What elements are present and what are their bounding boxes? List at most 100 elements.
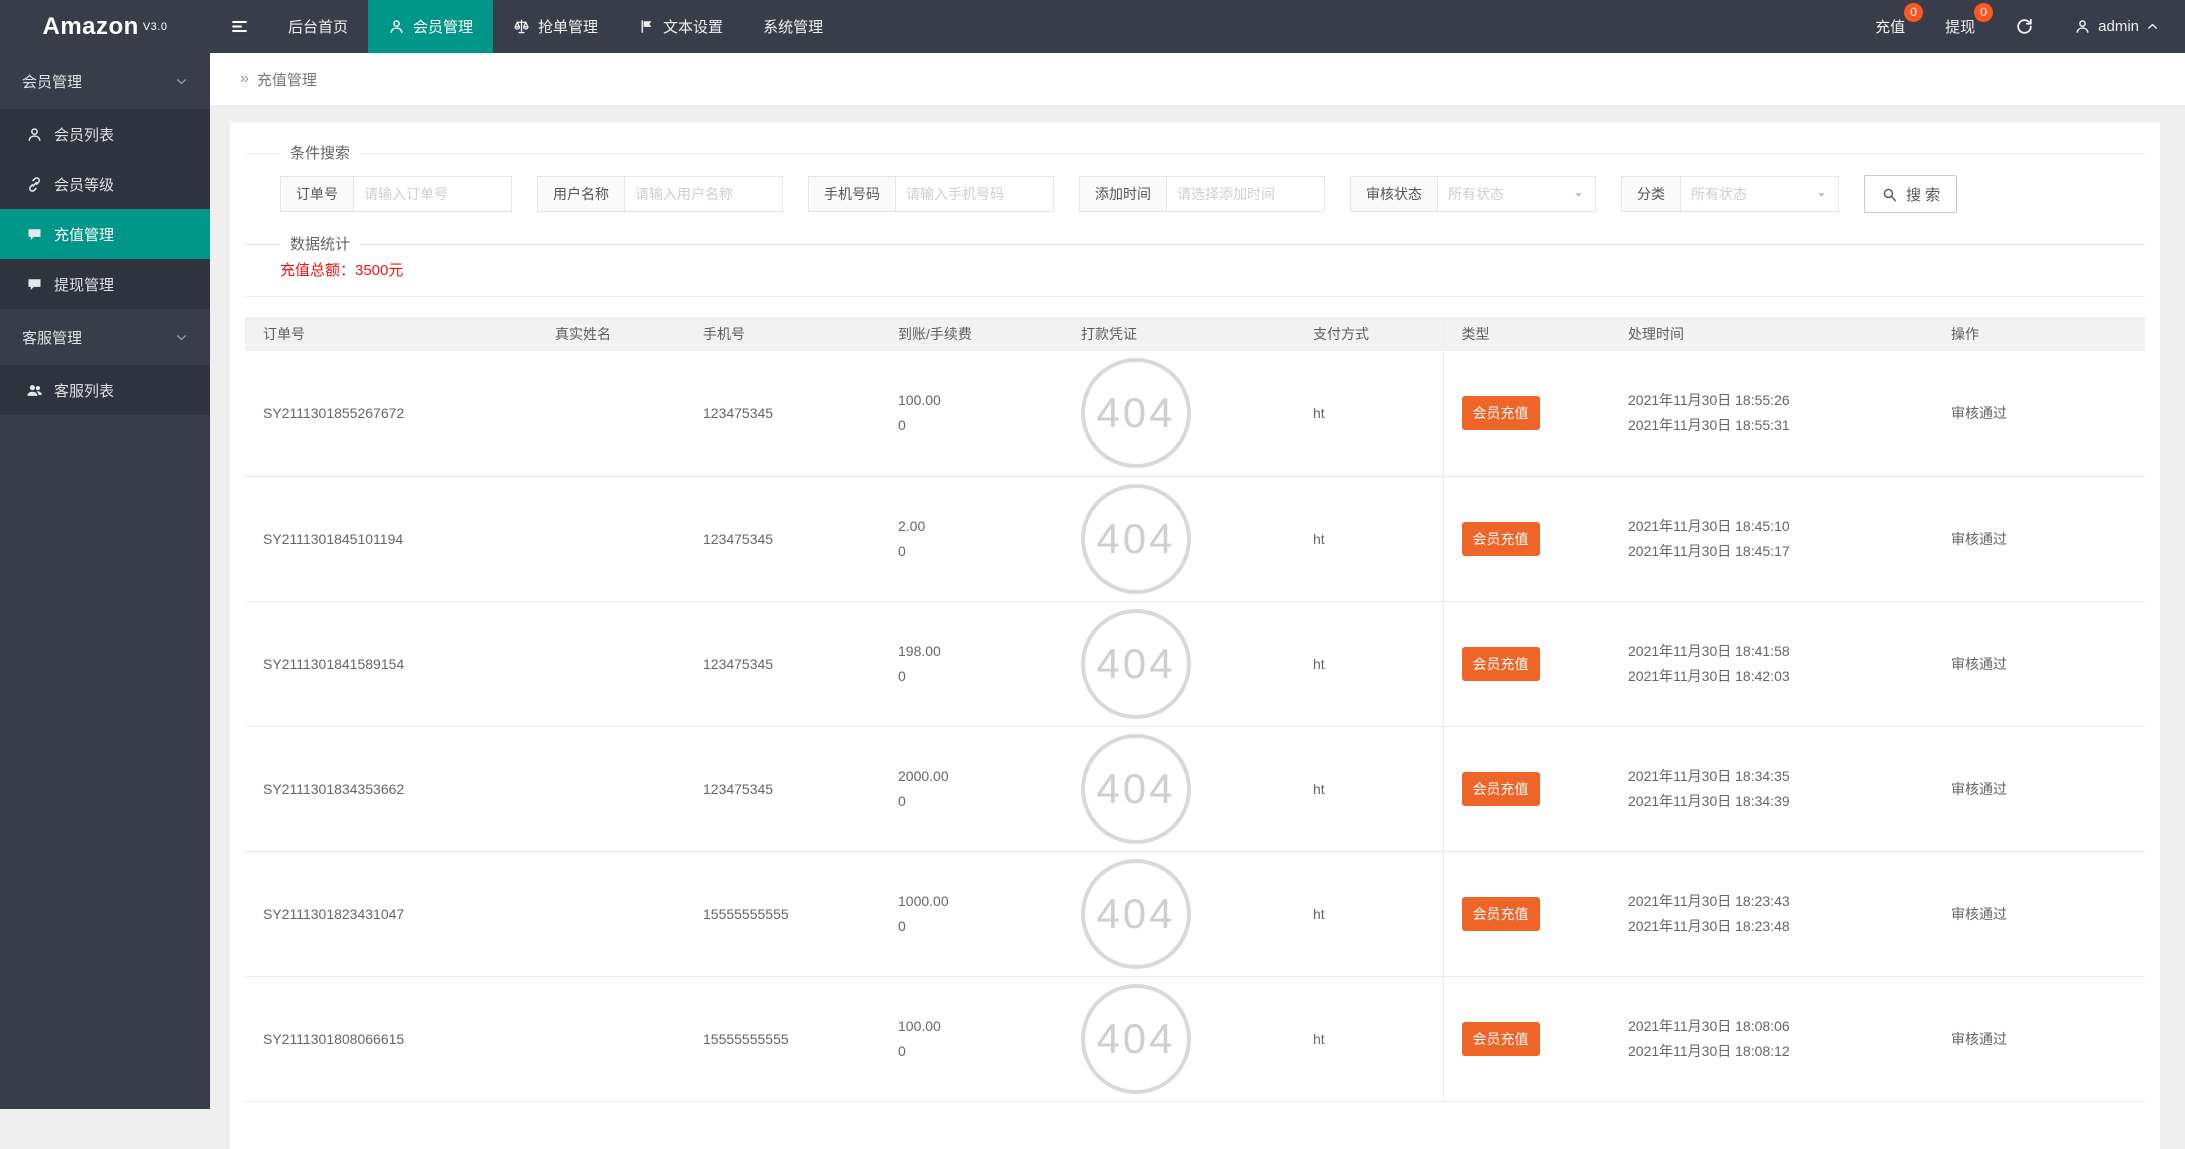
voucher-cell: 404 xyxy=(1063,601,1295,727)
filter-input-3[interactable] xyxy=(896,176,1054,212)
action-cell: 审核通过 xyxy=(1933,851,2145,977)
nav-item-5[interactable]: 系统管理 xyxy=(743,0,843,53)
process-time-cell: 2021年11月30日 18:55:26 2021年11月30日 18:55:31 xyxy=(1610,351,1933,477)
breadcrumb-separator-icon: » xyxy=(240,70,249,87)
nav-item-4[interactable]: 文本设置 xyxy=(618,0,743,53)
table-row: SY2111301841589154 123475345 198.00 0 404 ht 会… xyxy=(245,601,2145,727)
filter-input-4[interactable] xyxy=(1167,176,1325,212)
order-number-cell: SY2111301845101194 xyxy=(245,476,537,602)
phone-cell: 15555555555 xyxy=(685,851,880,977)
chat-icon xyxy=(26,276,43,293)
recharge-button[interactable]: 充值 0 xyxy=(1855,0,1925,53)
refresh-button[interactable] xyxy=(1995,0,2054,53)
payment-voucher-broken-image: 404 xyxy=(1081,608,1191,719)
amount: 2.00 xyxy=(898,517,926,534)
filter-input-2[interactable] xyxy=(625,176,783,212)
filter-select-value: 所有状态 xyxy=(1448,186,1504,202)
phone-cell: 15555555555 xyxy=(685,976,880,1102)
sidebar-item-充值管理[interactable]: 充值管理 xyxy=(0,209,210,259)
time-created: 2021年11月30日 18:23:43 xyxy=(1628,892,1790,909)
column-header-2: 真实姓名 xyxy=(537,317,685,351)
nav-item-label: 抢单管理 xyxy=(538,19,599,36)
header-nav: 后台首页 会员管理 抢单管理 文本设置 系统管理 xyxy=(268,0,843,53)
withdraw-badge: 0 xyxy=(1974,3,1994,22)
header-right: 充值 0 提现 0 admin xyxy=(1855,0,2185,53)
real-name-cell xyxy=(537,351,685,477)
sidebar-item-提现管理[interactable]: 提现管理 xyxy=(0,259,210,309)
pay-method-cell: ht xyxy=(1295,726,1443,852)
real-name-cell xyxy=(537,726,685,852)
type-badge: 会员充值 xyxy=(1461,396,1540,431)
filter-select-6[interactable]: 所有状态 xyxy=(1681,176,1839,212)
order-number-cell: SY2111301841589154 xyxy=(245,601,537,727)
process-time-cell: 2021年11月30日 18:41:58 2021年11月30日 18:42:03 xyxy=(1610,601,1933,727)
recharge-badge: 0 xyxy=(1904,3,1924,22)
content-card: 条件搜索 订单号用户名称手机号码添加时间审核状态所有状态分类所有状态搜 索 数据… xyxy=(230,122,2160,1149)
sidebar-section-title: 会员管理 xyxy=(22,73,83,91)
phone-cell: 123475345 xyxy=(685,476,880,602)
amount-fee-cell: 100.00 0 xyxy=(880,976,1063,1102)
pay-method-cell: ht xyxy=(1295,851,1443,977)
sidebar-section-1[interactable]: 会员管理 xyxy=(0,53,210,109)
filter-label: 订单号 xyxy=(280,176,354,212)
brand-version: V3.0 xyxy=(142,20,168,33)
filter-select-5[interactable]: 所有状态 xyxy=(1438,176,1596,212)
sidebar-item-会员列表[interactable]: 会员列表 xyxy=(0,109,210,159)
time-created: 2021年11月30日 18:08:06 xyxy=(1628,1017,1790,1034)
payment-voucher-broken-image: 404 xyxy=(1081,483,1191,594)
table-row: SY2111301808066615 15555555555 100.00 0 404 h… xyxy=(245,976,2145,1102)
time-processed: 2021年11月30日 18:23:48 xyxy=(1628,917,1790,934)
type-cell: 会员充值 xyxy=(1442,351,1610,477)
sidebar-item-会员等级[interactable]: 会员等级 xyxy=(0,159,210,209)
amount: 100.00 xyxy=(898,392,941,409)
process-time-cell: 2021年11月30日 18:34:35 2021年11月30日 18:34:39 xyxy=(1610,726,1933,852)
amount-fee-cell: 198.00 0 xyxy=(880,601,1063,727)
audit-status: 审核通过 xyxy=(1951,780,2007,797)
nav-item-2[interactable]: 会员管理 xyxy=(368,0,494,53)
type-cell: 会员充值 xyxy=(1442,476,1610,602)
type-cell: 会员充值 xyxy=(1442,851,1610,977)
phone-cell: 123475345 xyxy=(685,351,880,477)
payment-voucher-broken-image: 404 xyxy=(1081,983,1191,1094)
sidebar-section-2[interactable]: 客服管理 xyxy=(0,309,210,365)
stats-fieldset-legend: 数据统计 xyxy=(280,235,361,255)
nav-item-3[interactable]: 抢单管理 xyxy=(493,0,618,53)
user-icon xyxy=(2074,18,2091,35)
filter-group-3: 手机号码 xyxy=(808,176,1054,212)
collapse-menu-icon[interactable] xyxy=(210,0,268,53)
audit-status: 审核通过 xyxy=(1951,905,2007,922)
nav-item-label: 后台首页 xyxy=(288,19,349,36)
search-button[interactable]: 搜 索 xyxy=(1864,175,1958,213)
filter-label: 手机号码 xyxy=(808,176,896,212)
column-header-8: 处理时间 xyxy=(1610,317,1933,351)
table-row: SY2111301845101194 123475345 2.00 0 404 ht 会员充… xyxy=(245,476,2145,602)
sidebar-item-label: 客服列表 xyxy=(54,382,115,400)
user-menu[interactable]: admin xyxy=(2054,0,2185,53)
filter-input-1[interactable] xyxy=(354,176,512,212)
chevron-down-icon xyxy=(175,331,188,344)
process-time-cell: 2021年11月30日 18:23:43 2021年11月30日 18:23:48 xyxy=(1610,851,1933,977)
type-badge: 会员充值 xyxy=(1461,1021,1540,1056)
sidebar-item-客服列表[interactable]: 客服列表 xyxy=(0,365,210,415)
filter-group-5: 审核状态 所有状态 xyxy=(1350,176,1596,212)
payment-voucher-broken-image: 404 xyxy=(1081,733,1191,844)
sidebar-section-title: 客服管理 xyxy=(22,329,83,347)
username: admin xyxy=(2098,18,2139,35)
nav-item-1[interactable]: 后台首页 xyxy=(268,0,368,53)
column-header-7: 类型 xyxy=(1442,317,1610,351)
search-fieldset: 条件搜索 xyxy=(245,144,2145,164)
action-cell: 审核通过 xyxy=(1933,601,2145,727)
column-header-9: 操作 xyxy=(1933,317,2145,351)
audit-status: 审核通过 xyxy=(1951,405,2007,422)
order-number-cell: SY2111301808066615 xyxy=(245,976,537,1102)
amount-fee-cell: 2000.00 0 xyxy=(880,726,1063,852)
breadcrumb-current: 充值管理 xyxy=(256,71,317,89)
amount: 2000.00 xyxy=(898,767,949,784)
column-header-4: 到账/手续费 xyxy=(880,317,1063,351)
withdraw-label: 提现 xyxy=(1945,19,1976,36)
real-name-cell xyxy=(537,976,685,1102)
time-created: 2021年11月30日 18:34:35 xyxy=(1628,767,1790,784)
audit-status: 审核通过 xyxy=(1951,530,2007,547)
withdraw-button[interactable]: 提现 0 xyxy=(1925,0,1995,53)
type-cell: 会员充值 xyxy=(1442,976,1610,1102)
